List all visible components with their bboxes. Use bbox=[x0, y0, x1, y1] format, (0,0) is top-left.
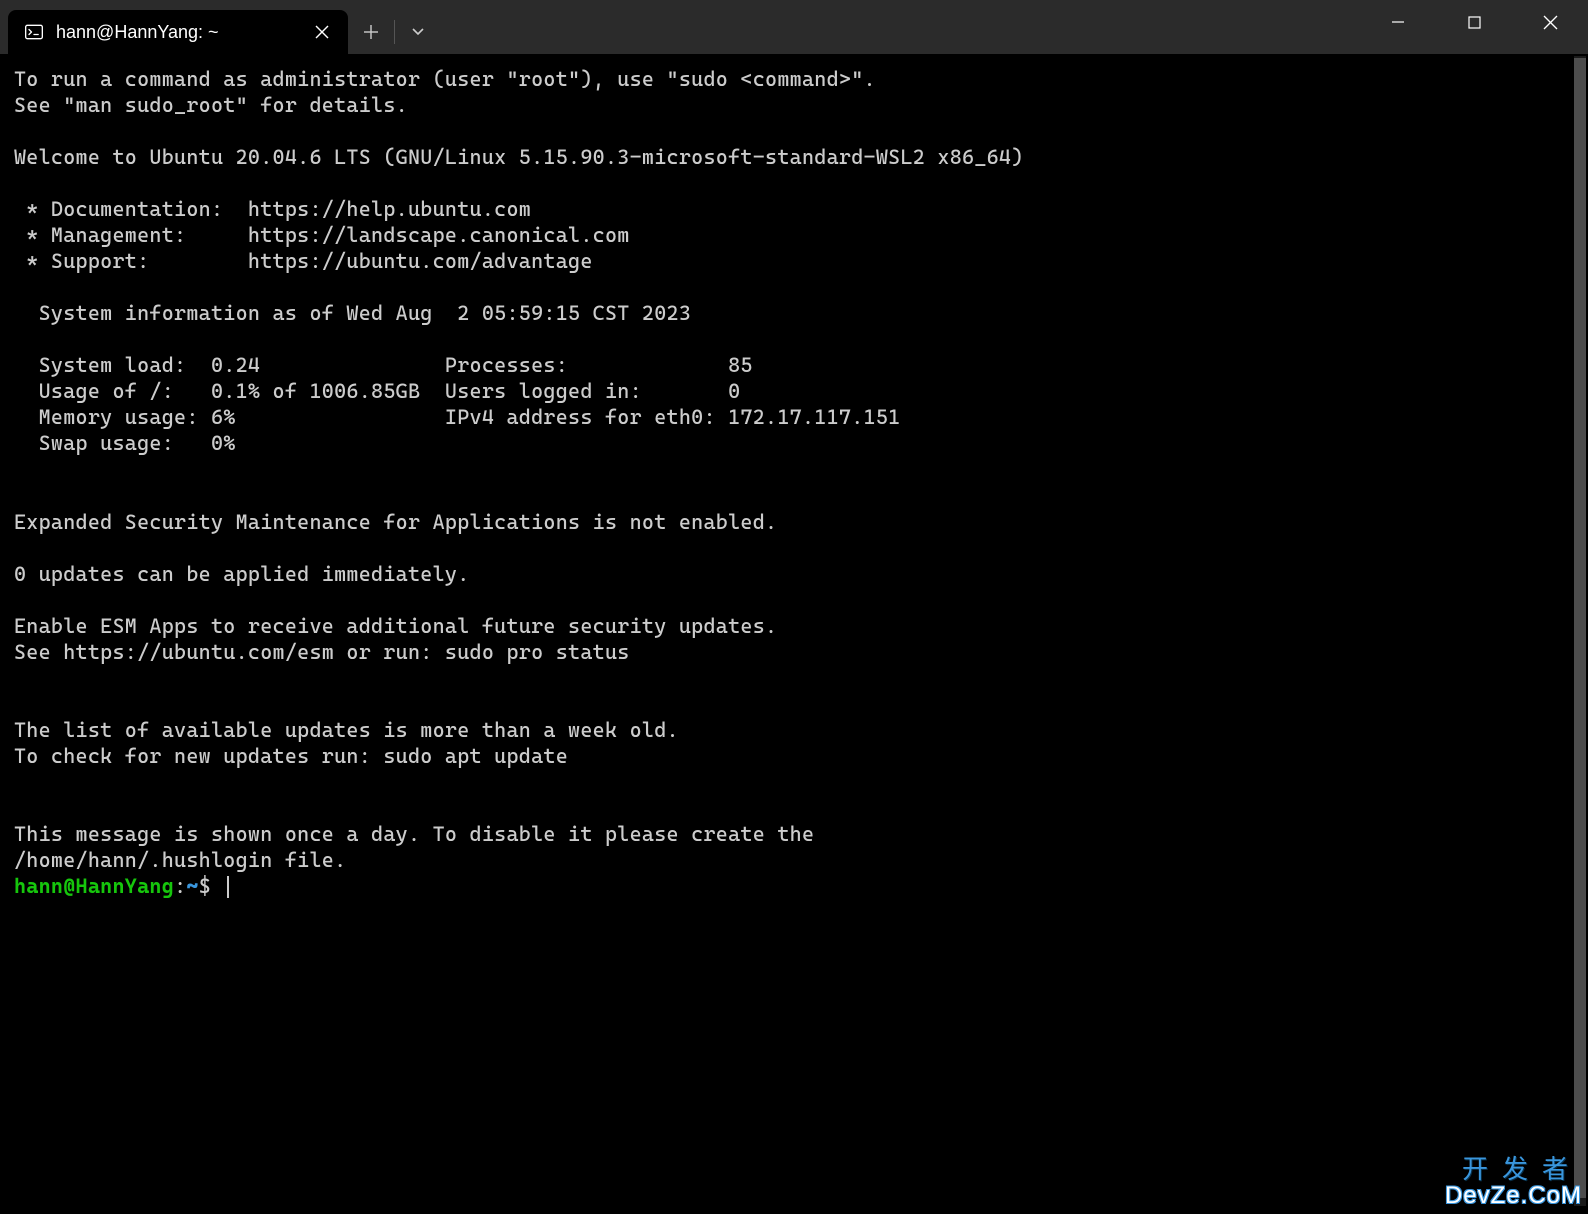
motd-text: To run a command as administrator (user … bbox=[14, 66, 1574, 873]
tab-actions bbox=[348, 10, 441, 54]
cursor bbox=[227, 876, 229, 898]
tab-dropdown-button[interactable] bbox=[395, 10, 441, 54]
prompt-line: hann@HannYang:~$ bbox=[14, 873, 1574, 899]
window-controls bbox=[1360, 0, 1588, 44]
scrollbar-thumb[interactable] bbox=[1574, 58, 1586, 1198]
prompt-user: hann@HannYang bbox=[14, 874, 174, 898]
tab-close-button[interactable] bbox=[308, 18, 336, 46]
terminal-tab[interactable]: hann@HannYang: ~ bbox=[8, 10, 348, 54]
minimize-button[interactable] bbox=[1360, 0, 1436, 44]
maximize-button[interactable] bbox=[1436, 0, 1512, 44]
titlebar: hann@HannYang: ~ bbox=[0, 0, 1588, 54]
terminal-output[interactable]: To run a command as administrator (user … bbox=[0, 54, 1588, 911]
watermark-line1: 开发者 bbox=[1445, 1156, 1582, 1183]
terminal-icon bbox=[24, 22, 44, 42]
close-window-button[interactable] bbox=[1512, 0, 1588, 44]
tab-title: hann@HannYang: ~ bbox=[56, 22, 268, 43]
prompt-symbol: $ bbox=[199, 874, 211, 898]
watermark-line2: DevZe.CoM bbox=[1445, 1183, 1582, 1208]
new-tab-button[interactable] bbox=[348, 10, 394, 54]
prompt-path: ~ bbox=[186, 874, 198, 898]
watermark: 开发者 DevZe.CoM bbox=[1445, 1156, 1582, 1208]
scrollbar[interactable] bbox=[1574, 56, 1586, 1206]
